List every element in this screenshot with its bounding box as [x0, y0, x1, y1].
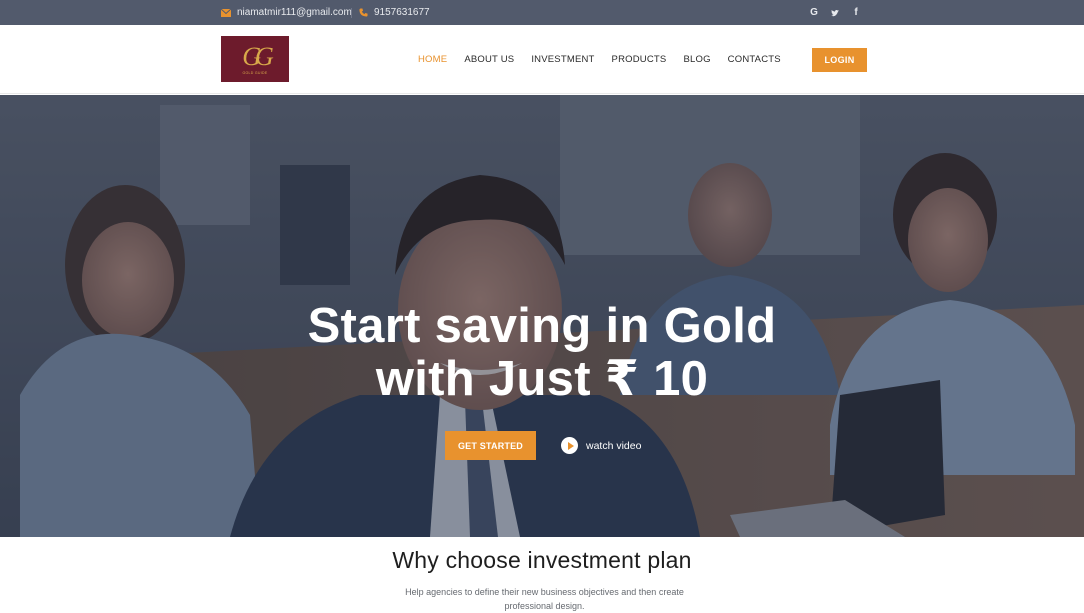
twitter-icon[interactable] [831, 9, 839, 17]
watch-video-label[interactable]: watch video [586, 440, 641, 452]
hero-section: Start saving in Gold with Just ₹ 10 GET … [0, 95, 1084, 537]
email-text[interactable]: niamatmir111@gmail.com [237, 7, 352, 18]
watch-video-link[interactable]: watch video [561, 436, 641, 455]
hero-title-line2: with Just ₹ 10 [375, 352, 709, 406]
nav-blog[interactable]: BLOG [683, 54, 710, 65]
logo-mark: GG [242, 41, 273, 71]
google-icon[interactable]: G [810, 7, 818, 18]
phone-icon [359, 8, 368, 17]
nav-about-us[interactable]: ABOUT US [464, 54, 514, 65]
phone-text[interactable]: 9157631677 [374, 7, 430, 18]
get-started-button[interactable]: GET STARTED [445, 431, 536, 460]
social-links: G f [810, 0, 860, 25]
login-button[interactable]: LOGIN [812, 48, 867, 72]
hero-title-line1: Start saving in Gold [307, 299, 777, 353]
facebook-icon[interactable]: f [852, 7, 860, 18]
envelope-icon [221, 8, 231, 17]
site-header: GG GOLD GUIDE HOME ABOUT US INVESTMENT P… [0, 25, 1084, 94]
nav-contacts[interactable]: CONTACTS [728, 54, 781, 65]
play-icon[interactable] [561, 437, 578, 454]
divider [351, 8, 352, 18]
section-subtitle: Help agencies to define their new busine… [405, 587, 684, 611]
brand-logo[interactable]: GG GOLD GUIDE [221, 36, 289, 82]
nav-investment[interactable]: INVESTMENT [531, 54, 594, 65]
phone-contact[interactable]: 9157631677 [359, 0, 430, 25]
main-nav: HOME ABOUT US INVESTMENT PRODUCTS BLOG C… [418, 25, 798, 94]
nav-home[interactable]: HOME [418, 54, 447, 65]
email-contact[interactable]: niamatmir111@gmail.com [221, 0, 352, 25]
hero-title: Start saving in Gold with Just ₹ 10 [0, 300, 1084, 406]
logo-subtext: GOLD GUIDE [242, 70, 268, 75]
section-title: Why choose investment plan [392, 547, 692, 573]
nav-products[interactable]: PRODUCTS [612, 54, 667, 65]
top-bar: niamatmir111@gmail.com 9157631677 G f [0, 0, 1084, 25]
